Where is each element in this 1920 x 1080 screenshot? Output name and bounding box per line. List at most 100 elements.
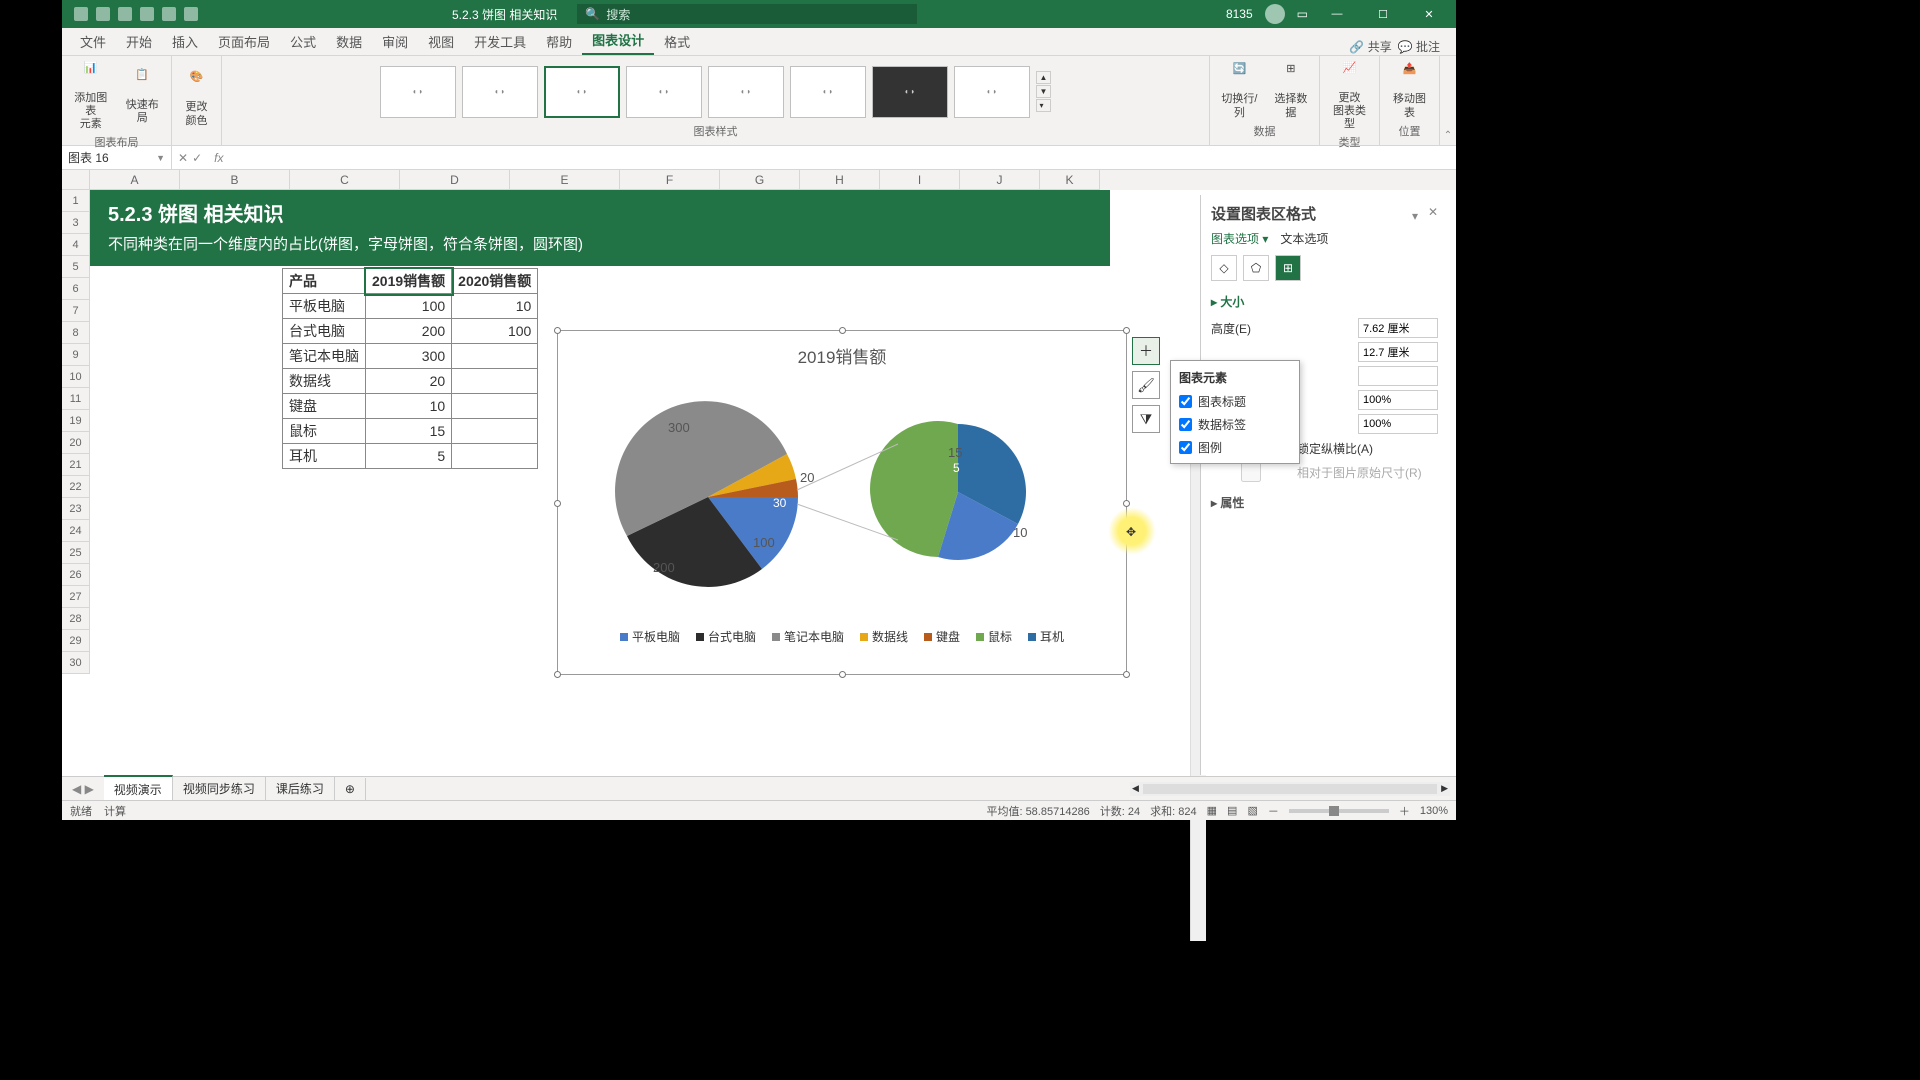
comments-button[interactable]: 💬 批注 bbox=[1398, 38, 1440, 55]
name-box[interactable]: 图表 16▼ bbox=[62, 146, 172, 169]
tab-format[interactable]: 格式 bbox=[654, 28, 700, 55]
row-header[interactable]: 10 bbox=[62, 366, 90, 388]
tab-help[interactable]: 帮助 bbox=[536, 28, 582, 55]
chart-plot-area[interactable]: 100 200 300 20 30 5 10 15 bbox=[558, 372, 1126, 622]
row-header[interactable]: 27 bbox=[62, 586, 90, 608]
col-header-B[interactable]: B bbox=[180, 170, 290, 190]
col-header-C[interactable]: C bbox=[290, 170, 400, 190]
scale-w-input[interactable] bbox=[1358, 414, 1438, 434]
data-table[interactable]: 产品2019销售额2020销售额 平板电脑10010 台式电脑200100 笔记… bbox=[282, 268, 538, 469]
properties-section-head[interactable]: ▸ 属性 bbox=[1211, 490, 1438, 515]
move-chart-button[interactable]: 📤移动图表 bbox=[1386, 61, 1433, 121]
row-header[interactable]: 3 bbox=[62, 212, 90, 234]
view-pagebreak-icon[interactable]: ▧ bbox=[1247, 804, 1257, 817]
sheet-tab-2[interactable]: 视频同步练习 bbox=[173, 776, 266, 801]
col-header-I[interactable]: I bbox=[880, 170, 960, 190]
chart-styles-button[interactable]: 🖌 bbox=[1132, 371, 1160, 399]
formula-input[interactable] bbox=[229, 146, 1456, 169]
view-pagelayout-icon[interactable]: ▤ bbox=[1227, 804, 1237, 817]
row-header[interactable]: 29 bbox=[62, 630, 90, 652]
new-sheet-button[interactable]: ⊕ bbox=[335, 778, 366, 800]
zoom-in[interactable]: ＋ bbox=[1399, 803, 1410, 819]
popup-item-labels[interactable]: 数据标签 bbox=[1175, 413, 1295, 436]
tab-data[interactable]: 数据 bbox=[326, 28, 372, 55]
chart-elements-button[interactable]: ＋ bbox=[1132, 337, 1160, 365]
select-data-button[interactable]: ⊞选择数据 bbox=[1269, 61, 1313, 121]
change-colors-button[interactable]: 🎨更改 颜色 bbox=[179, 69, 215, 129]
chart-title[interactable]: 2019销售额 bbox=[558, 331, 1126, 372]
chart-style-6[interactable]: ◐◑ bbox=[790, 66, 866, 118]
quick-layout-button[interactable]: 📋快速布局 bbox=[120, 67, 166, 127]
size-section-head[interactable]: ▸ 大小 bbox=[1211, 289, 1438, 314]
row-header[interactable]: 23 bbox=[62, 498, 90, 520]
row-header[interactable]: 25 bbox=[62, 542, 90, 564]
row-header[interactable]: 5 bbox=[62, 256, 90, 278]
chart-style-4[interactable]: ◐◑ bbox=[626, 66, 702, 118]
save-icon[interactable] bbox=[96, 7, 110, 21]
cancel-icon[interactable]: ✕ bbox=[178, 151, 188, 165]
ribbon-mode-icon[interactable]: ▭ bbox=[1297, 7, 1308, 21]
col-header-A[interactable]: A bbox=[90, 170, 180, 190]
sheet-nav[interactable]: ◀ ▶ bbox=[62, 782, 104, 796]
pane-tab-textoptions[interactable]: 文本选项 bbox=[1280, 230, 1328, 247]
popup-item-title[interactable]: 图表标题 bbox=[1175, 390, 1295, 413]
col-header-G[interactable]: G bbox=[720, 170, 800, 190]
view-normal-icon[interactable]: ▦ bbox=[1207, 804, 1217, 817]
tab-formulas[interactable]: 公式 bbox=[280, 28, 326, 55]
row-header[interactable]: 7 bbox=[62, 300, 90, 322]
col-header-F[interactable]: F bbox=[620, 170, 720, 190]
tab-insert[interactable]: 插入 bbox=[162, 28, 208, 55]
chart-style-5[interactable]: ◐◑ bbox=[708, 66, 784, 118]
styles-up[interactable]: ▲ bbox=[1036, 71, 1052, 84]
confirm-icon[interactable]: ✓ bbox=[192, 151, 202, 165]
zoom-slider[interactable] bbox=[1289, 809, 1389, 813]
pane-tab-chartoptions[interactable]: 图表选项 ▾ bbox=[1211, 230, 1268, 247]
horizontal-scrollbar[interactable]: ◀▶ bbox=[1130, 782, 1450, 796]
autosave-icon[interactable] bbox=[74, 7, 88, 21]
row-header[interactable]: 26 bbox=[62, 564, 90, 586]
tab-pagelayout[interactable]: 页面布局 bbox=[208, 28, 280, 55]
col-header-K[interactable]: K bbox=[1040, 170, 1100, 190]
tab-file[interactable]: 文件 bbox=[70, 28, 116, 55]
row-header[interactable]: 8 bbox=[62, 322, 90, 344]
col-header-D[interactable]: D bbox=[400, 170, 510, 190]
row-header[interactable]: 1 bbox=[62, 190, 90, 212]
close-button[interactable]: ✕ bbox=[1412, 0, 1446, 28]
chart-style-3[interactable]: ◐◑ bbox=[544, 66, 620, 118]
tab-chartdesign[interactable]: 图表设计 bbox=[582, 26, 654, 55]
row-header[interactable]: 4 bbox=[62, 234, 90, 256]
pane-dropdown-icon[interactable]: ▾ bbox=[1412, 209, 1418, 223]
search-box[interactable]: 🔍 搜索 bbox=[577, 4, 917, 24]
col-header-H[interactable]: H bbox=[800, 170, 880, 190]
chart-filter-button[interactable]: ⧩ bbox=[1132, 405, 1160, 433]
popup-item-legend[interactable]: 图例 bbox=[1175, 436, 1295, 459]
row-header[interactable]: 28 bbox=[62, 608, 90, 630]
qat-icon[interactable] bbox=[118, 7, 132, 21]
select-all-corner[interactable] bbox=[62, 170, 90, 190]
size-props-icon[interactable]: ⊞ bbox=[1275, 255, 1301, 281]
sheet-tab-1[interactable]: 视频演示 bbox=[104, 775, 173, 802]
col-header-J[interactable]: J bbox=[960, 170, 1040, 190]
height-input[interactable] bbox=[1358, 318, 1438, 338]
chart-style-1[interactable]: ◐◑ bbox=[380, 66, 456, 118]
row-header[interactable]: 30 bbox=[62, 652, 90, 674]
blank-input[interactable] bbox=[1358, 366, 1438, 386]
fill-icon[interactable]: ◇ bbox=[1211, 255, 1237, 281]
change-chart-type-button[interactable]: 📈更改 图表类型 bbox=[1326, 60, 1373, 134]
tab-review[interactable]: 审阅 bbox=[372, 28, 418, 55]
row-header[interactable]: 21 bbox=[62, 454, 90, 476]
zoom-level[interactable]: 130% bbox=[1420, 805, 1448, 817]
sheet-tab-3[interactable]: 课后练习 bbox=[266, 776, 335, 801]
row-header[interactable]: 22 bbox=[62, 476, 90, 498]
pane-close-button[interactable]: ✕ bbox=[1428, 205, 1438, 219]
maximize-button[interactable]: ☐ bbox=[1366, 0, 1400, 28]
width-input[interactable] bbox=[1358, 342, 1438, 362]
avatar[interactable] bbox=[1265, 4, 1285, 24]
row-header[interactable]: 9 bbox=[62, 344, 90, 366]
col-header-E[interactable]: E bbox=[510, 170, 620, 190]
row-header[interactable]: 24 bbox=[62, 520, 90, 542]
chart-object[interactable]: 2019销售额 bbox=[557, 330, 1127, 675]
row-header[interactable]: 11 bbox=[62, 388, 90, 410]
qat-icon2[interactable] bbox=[140, 7, 154, 21]
chart-style-2[interactable]: ◐◑ bbox=[462, 66, 538, 118]
